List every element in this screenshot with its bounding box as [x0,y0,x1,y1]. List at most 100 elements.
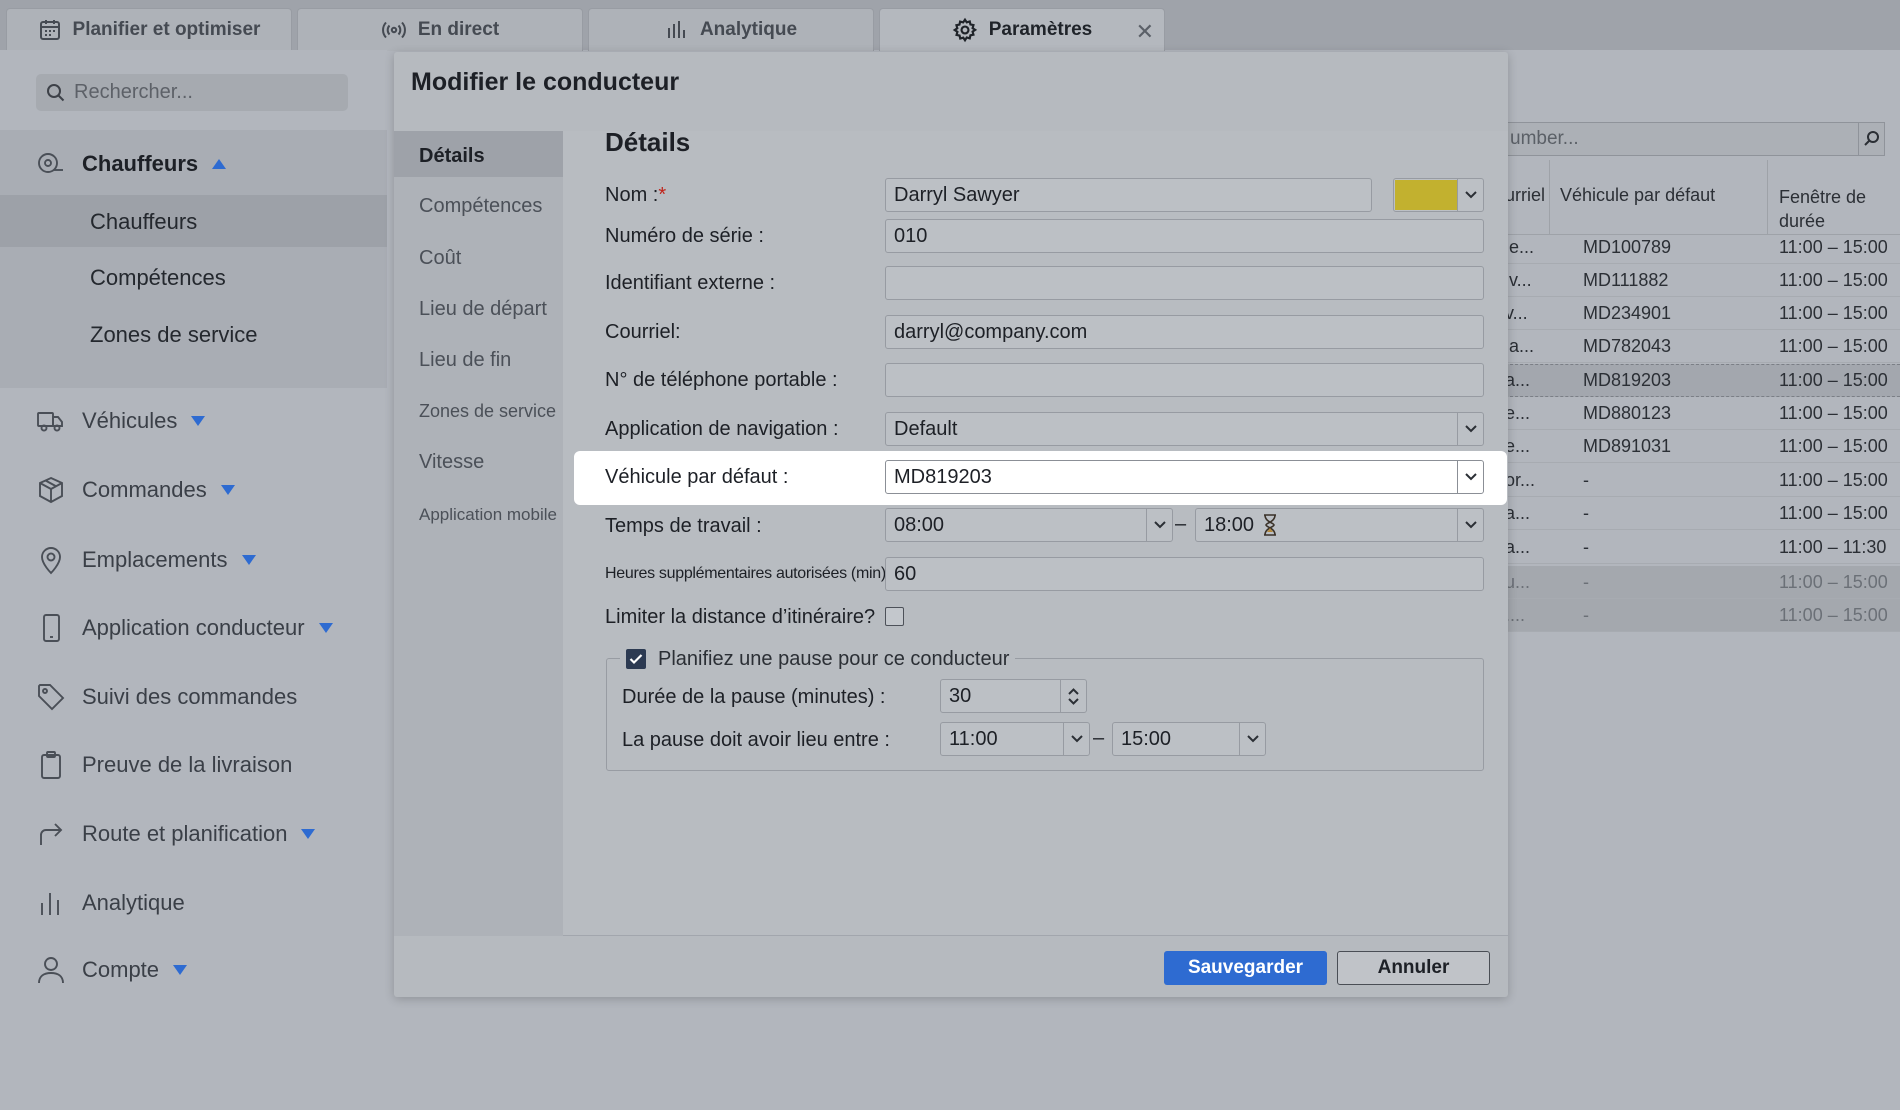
table-row[interactable]: a... - 11:00 – 15:00 [1505,497,1900,530]
table-cell: 11:00 – 15:00 [1779,571,1888,592]
modal-nav-zones-service[interactable]: Zones de service [419,401,556,422]
table-row[interactable]: la... MD782043 11:00 – 15:00 [1505,330,1900,363]
tab-en-direct[interactable]: En direct [297,8,583,51]
truck-icon [36,407,66,435]
column-header-vehicule[interactable]: Véhicule par défaut [1560,185,1715,206]
tab-label: En direct [417,19,500,40]
serial-input[interactable]: 010 [885,219,1484,253]
table-cell: 11:00 – 15:00 [1779,435,1888,456]
overtime-input[interactable]: 60 [885,557,1484,591]
table-row[interactable]: v... MD234901 11:00 – 15:00 [1505,297,1900,330]
mobile-label: N° de téléphone portable : [605,369,838,391]
column-divider [1549,160,1550,235]
table-cell: le... [1505,236,1535,257]
tab-label: Analytique [699,19,798,40]
table-cell: MD782043 [1583,335,1672,356]
tab-analytique[interactable]: Analytique [588,8,874,51]
table-row[interactable]: lv... MD111882 11:00 – 15:00 [1505,264,1900,297]
tab-label: Paramètres [988,19,1093,40]
table-cell: MD880123 [1583,402,1672,423]
nav-app-value: Default [894,417,958,440]
table-row[interactable]: u... - 11:00 – 15:00 [1505,566,1900,599]
table-row[interactable]: e... MD891031 11:00 – 15:00 [1505,430,1900,463]
table-search-placeholder: umber... [1510,128,1579,149]
table-row[interactable]: or... - 11:00 – 15:00 [1505,464,1900,497]
save-button[interactable]: Sauvegarder [1164,951,1327,985]
default-vehicle-select[interactable]: MD819203 [885,460,1484,494]
search-icon [46,83,66,103]
sidebar-section-chauffeurs[interactable]: Chauffeurs [36,150,227,178]
sidebar-item-compte[interactable]: Compte [36,955,188,985]
sidebar-item-label: Véhicules [82,408,178,433]
sidebar-sub-competences[interactable]: Compétences [90,265,226,291]
modal-nav-cout[interactable]: Coût [419,247,461,270]
table-row[interactable]: le... MD100789 11:00 – 15:00 [1505,231,1900,264]
tab-parametres[interactable]: Paramètres ✕ [879,8,1165,51]
sidebar-item-label: Commandes [82,477,207,502]
modal-nav-details[interactable]: Détails [419,145,485,168]
break-end-value: 15:00 [1121,727,1172,750]
sidebar-item-preuve-livraison[interactable]: Preuve de la livraison [36,750,292,780]
map-pin-icon [36,545,66,575]
table-cell: - [1583,536,1589,557]
modal-nav-lieu-fin[interactable]: Lieu de fin [419,349,511,372]
column-header-courriel[interactable]: urriel [1505,185,1545,206]
driver-color-picker[interactable] [1393,178,1484,212]
break-duration-stepper[interactable]: 30 [940,679,1087,713]
modal-nav-lieu-depart[interactable]: Lieu de départ [419,298,547,321]
table-cell: .... [1505,604,1526,625]
close-icon[interactable]: ✕ [1136,19,1154,45]
modal-nav-competences[interactable]: Compétences [419,195,542,218]
email-input[interactable]: darryl@company.com [885,315,1484,349]
table-row[interactable]: a... - 11:00 – 11:30 [1505,531,1900,564]
sidebar-item-emplacements[interactable]: Emplacements [36,545,256,575]
table-cell: a... [1505,502,1531,523]
sidebar-item-vehicules[interactable]: Véhicules [36,407,206,435]
sidebar-item-suivi-commandes[interactable]: Suivi des commandes [36,682,297,712]
work-end-select[interactable]: 18:00 [1195,508,1484,542]
break-start-select[interactable]: 11:00 [940,722,1090,756]
break-start-value: 11:00 [949,727,998,750]
caret-down-icon [241,555,256,565]
sidebar-item-analytique[interactable]: Analytique [36,888,185,918]
table-cell: MD234901 [1583,302,1672,323]
chevron-down-icon [1457,179,1483,211]
cancel-button[interactable]: Annuler [1337,951,1490,985]
table-row[interactable]: .... - 11:00 – 15:00 [1505,599,1900,632]
nav-app-select[interactable]: Default [885,412,1484,446]
break-checkbox-label: Planifiez une pause pour ce conducteur [658,647,1010,670]
modal-nav-vitesse[interactable]: Vitesse [419,451,484,474]
sidebar-item-label: Preuve de la livraison [82,752,293,777]
stepper-arrows-icon[interactable] [1060,680,1086,712]
table-row-selected[interactable]: a... MD819203 11:00 – 15:00 [1505,364,1900,397]
table-cell: u... [1505,571,1531,592]
table-cell: MD819203 [1583,370,1672,390]
sidebar-sub-zones[interactable]: Zones de service [90,322,258,348]
table-cell: 11:00 – 11:30 [1779,536,1887,557]
modal-nav-application-mobile[interactable]: Application mobile [419,505,557,525]
table-row[interactable]: e... MD880123 11:00 – 15:00 [1505,397,1900,430]
chevron-down-icon [1457,509,1483,541]
sidebar-item-application-conducteur[interactable]: Application conducteur [36,613,333,643]
limit-distance-checkbox[interactable] [885,607,904,626]
sidebar-search-input[interactable]: Rechercher... [36,74,348,111]
time-separator: – [1175,513,1187,535]
work-start-select[interactable]: 08:00 [885,508,1173,542]
driver-icon [36,150,66,178]
table-search-input[interactable]: umber... [1505,122,1885,156]
bar-chart-icon [36,888,66,918]
column-header-fenetre[interactable]: Fenêtre de durée [1779,185,1889,233]
table-cell: 11:00 – 15:00 [1779,269,1888,290]
external-id-input[interactable] [885,266,1484,300]
table-cell: - [1583,571,1589,592]
search-icon[interactable] [1858,122,1885,156]
section-title: Détails [605,127,691,157]
name-input[interactable]: Darryl Sawyer [885,178,1372,212]
break-checkbox[interactable] [626,649,646,669]
sidebar-item-route-planification[interactable]: Route et planification [36,819,316,849]
tab-planifier[interactable]: Planifier et optimiser [6,8,292,51]
mobile-input[interactable] [885,363,1484,397]
sidebar-item-commandes[interactable]: Commandes [36,476,235,504]
sidebar-sub-chauffeurs[interactable]: Chauffeurs [90,209,197,235]
break-end-select[interactable]: 15:00 [1112,722,1266,756]
